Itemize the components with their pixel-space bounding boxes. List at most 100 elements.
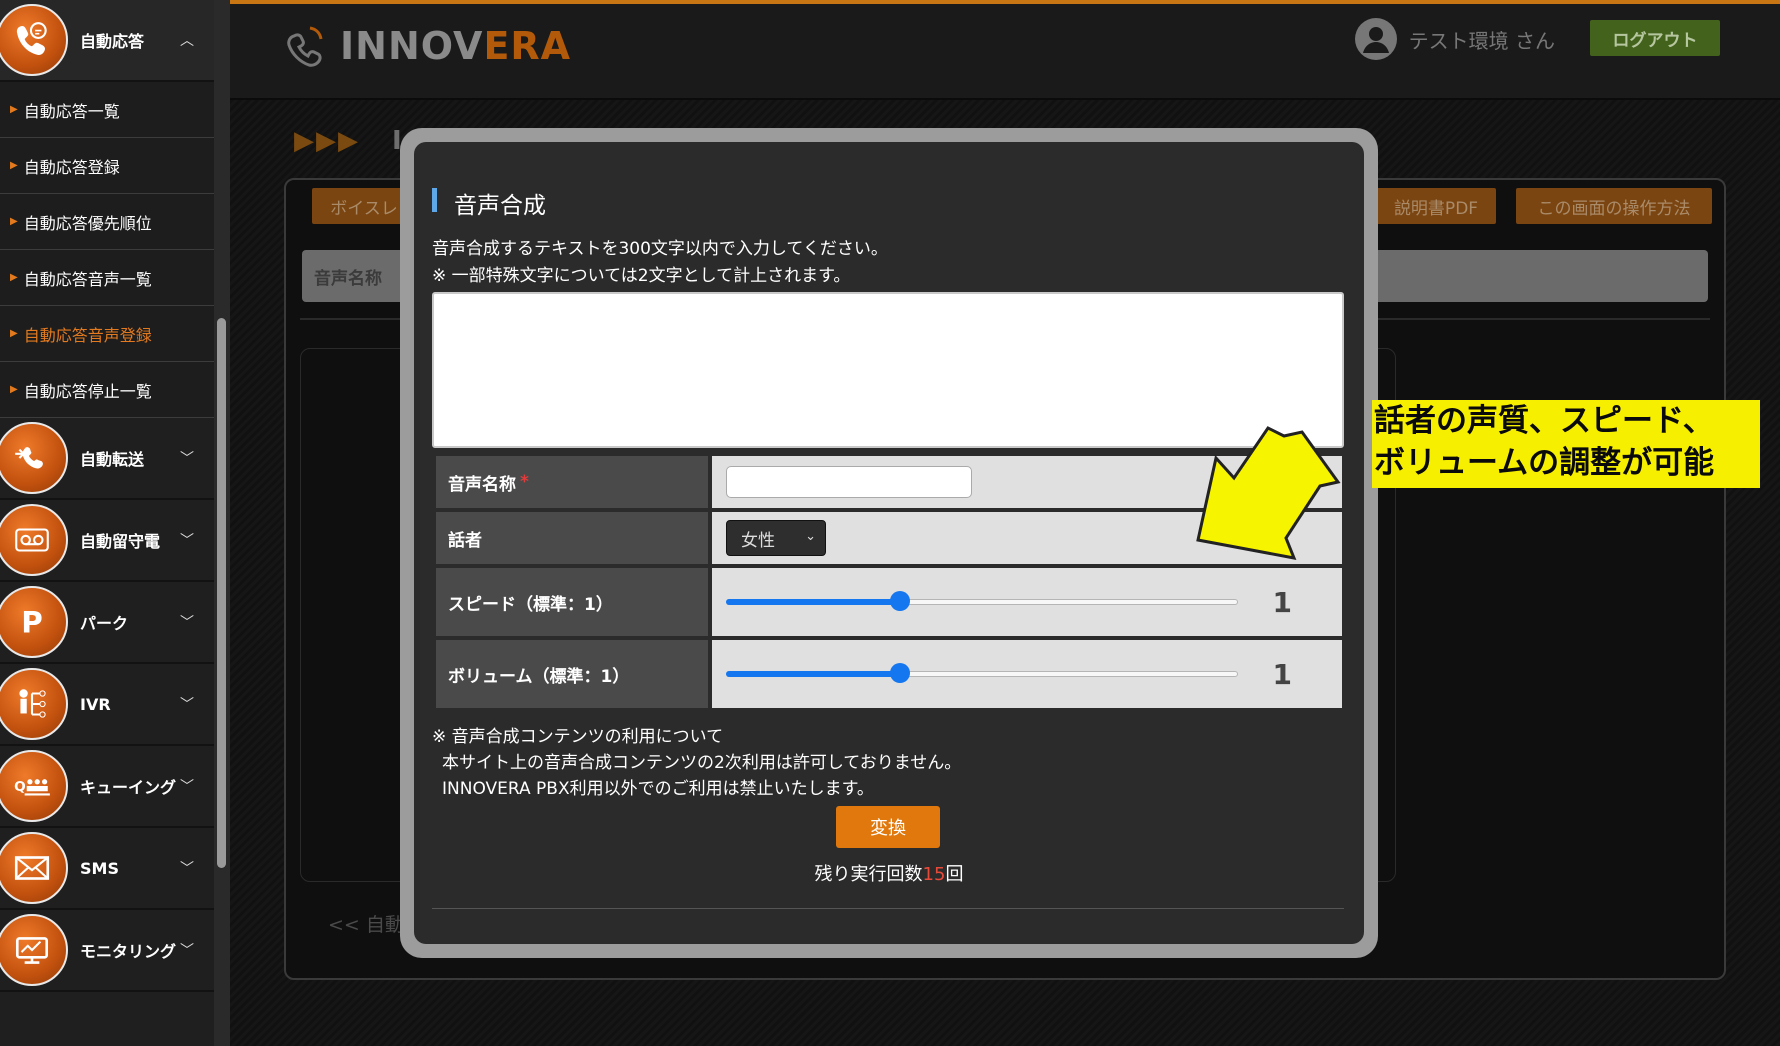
callout-line: ボリュームの調整が可能 — [1374, 445, 1715, 481]
volume-value: 1 — [1272, 657, 1292, 691]
remain-prefix: 残り実行回数 — [814, 864, 923, 885]
annotation-callout: 話者の声質、スピード、 ボリュームの調整が可能 — [1372, 400, 1760, 488]
sidebar-item-auto-answer-register[interactable]: ▶ 自動応答登録 — [0, 138, 214, 194]
logo-phone-icon — [287, 26, 323, 67]
field-row-speed: スピード（標準：1） 1 — [436, 568, 1342, 636]
menu-ivr[interactable]: IVR ﹀ — [0, 664, 214, 746]
menu-label: 自動応答 — [80, 32, 145, 51]
breadcrumb-arrows: ▶▶▶ — [294, 126, 360, 156]
voicemail-icon — [0, 504, 68, 576]
triangle-icon: ▶ — [10, 104, 18, 115]
sidebar-item-auto-answer-list[interactable]: ▶ 自動応答一覧 — [0, 82, 214, 138]
sidebar-item-auto-answer-stop-list[interactable]: ▶ 自動応答停止一覧 — [0, 362, 214, 418]
slider-fill — [726, 671, 901, 677]
speed-slider[interactable] — [726, 591, 1238, 611]
scrollbar-thumb[interactable] — [217, 318, 226, 868]
triangle-icon: ▶ — [10, 272, 18, 283]
slider-thumb[interactable] — [890, 591, 911, 611]
menu-park[interactable]: P パーク ﹀ — [0, 582, 214, 664]
menu-auto-transfer[interactable]: 自動転送 ﹀ — [0, 418, 214, 500]
menu-label: パーク — [80, 614, 129, 633]
chevron-down-icon[interactable]: ﹀ — [180, 940, 194, 960]
slider-fill — [726, 599, 901, 605]
callout-line: 話者の声質、スピード、 — [1374, 403, 1714, 439]
description-line: 音声合成するテキストを300文字以内で入力してください。 — [432, 239, 888, 259]
remain-suffix: 回 — [945, 864, 964, 885]
logo-text-part: INNOV — [340, 24, 484, 68]
slider-thumb[interactable] — [890, 663, 911, 683]
triangle-icon: ▶ — [10, 160, 18, 171]
phone-chat-icon — [0, 4, 68, 76]
svg-text:Q: Q — [14, 779, 26, 795]
menu-label: キューイング — [80, 778, 177, 797]
modal-description: 音声合成するテキストを300文字以内で入力してください。 ※ 一部特殊文字につい… — [432, 236, 888, 290]
convert-button[interactable]: 変換 — [836, 806, 940, 848]
required-mark: * — [520, 472, 529, 492]
remaining-count: 残り実行回数15回 — [414, 860, 1364, 886]
chevron-up-icon[interactable]: ︿ — [180, 30, 194, 50]
menu-label: 自動転送 — [80, 450, 145, 469]
note-line: ※ 音声合成コンテンツの利用について — [432, 727, 724, 747]
divider — [432, 908, 1344, 909]
volume-slider[interactable] — [726, 663, 1238, 683]
triangle-icon: ▶ — [10, 384, 18, 395]
description-line: ※ 一部特殊文字については2文字として計上されます。 — [432, 266, 851, 286]
chevron-down-icon[interactable]: ﹀ — [180, 776, 194, 796]
sidebar-item-label: 自動応答音声一覧 — [23, 269, 152, 289]
sidebar-item-label: 自動応答一覧 — [23, 101, 120, 121]
menu-sms[interactable]: SMS ﹀ — [0, 828, 214, 910]
sidebar-item-label: 自動応答音声登録 — [23, 325, 152, 345]
remain-number: 15 — [922, 864, 946, 885]
sidebar-scrollbar[interactable] — [214, 0, 230, 1046]
user-name: テスト環境 さん — [1408, 28, 1555, 53]
menu-queuing[interactable]: Q キューイング ﹀ — [0, 746, 214, 828]
sidebar: 自動応答 ︿ ▶ 自動応答一覧 ▶ 自動応答登録 ▶ 自動応答優先順位 ▶ 自動応答音声… — [0, 0, 214, 1046]
speaker-select[interactable]: 女性 ⌄ — [726, 520, 826, 556]
envelope-icon — [0, 832, 68, 904]
speed-value: 1 — [1272, 585, 1292, 619]
field-label: 話者 — [436, 512, 708, 564]
menu-voicemail[interactable]: 自動留守電 ﹀ — [0, 500, 214, 582]
field-label: ボリューム（標準：1） — [436, 640, 708, 708]
annotation-arrow-icon — [1196, 426, 1341, 560]
sidebar-item-label: 自動応答優先順位 — [23, 213, 152, 233]
field-value: 1 — [712, 640, 1342, 708]
chevron-down-icon: ⌄ — [805, 529, 816, 544]
monitor-icon — [0, 914, 68, 986]
menu-label: モニタリング — [80, 942, 177, 961]
sidebar-item-auto-answer-voice-register[interactable]: ▶ 自動応答音声登録 — [0, 306, 214, 362]
voice-name-input[interactable] — [726, 466, 972, 498]
logout-button[interactable]: ログアウト — [1590, 20, 1720, 56]
queue-icon: Q — [0, 750, 68, 822]
menu-label: 自動留守電 — [80, 532, 161, 551]
howto-button[interactable]: この画面の操作方法 — [1516, 188, 1712, 224]
field-value: 1 — [712, 568, 1342, 636]
top-header: INNOVERA テスト環境 さん ログアウト — [230, 0, 1780, 100]
manual-pdf-button[interactable]: 説明書PDF — [1376, 188, 1496, 224]
menu-label: IVR — [80, 694, 111, 714]
sidebar-item-label: 自動応答登録 — [23, 157, 120, 177]
speaker-selected-value: 女性 — [741, 530, 775, 551]
usage-note: ※ 音声合成コンテンツの利用について 本サイト上の音声合成コンテンツの2次利用は… — [432, 724, 961, 802]
chevron-down-icon[interactable]: ﹀ — [180, 858, 194, 878]
chevron-down-icon[interactable]: ﹀ — [180, 448, 194, 468]
field-row-volume: ボリューム（標準：1） 1 — [436, 640, 1342, 708]
chevron-down-icon[interactable]: ﹀ — [180, 530, 194, 550]
field-label: スピード（標準：1） — [436, 568, 708, 636]
field-label-text: 音声名称 — [448, 474, 516, 495]
sidebar-item-auto-answer-voice-list[interactable]: ▶ 自動応答音声一覧 — [0, 250, 214, 306]
chevron-down-icon[interactable]: ﹀ — [180, 694, 194, 714]
chevron-down-icon[interactable]: ﹀ — [180, 612, 194, 632]
row-label: 音声名称 — [314, 269, 382, 289]
menu-monitoring[interactable]: モニタリング ﹀ — [0, 910, 214, 992]
user-avatar-icon — [1354, 18, 1397, 60]
sidebar-item-label: 自動応答停止一覧 — [23, 381, 152, 401]
back-link[interactable]: << 自動 — [328, 910, 404, 937]
user-info: テスト環境 さん — [1354, 18, 1555, 60]
menu-auto-answer[interactable]: 自動応答 ︿ — [0, 0, 214, 82]
ivr-tree-icon — [0, 668, 68, 740]
logo: INNOVERA — [280, 22, 571, 70]
triangle-icon: ▶ — [10, 216, 18, 227]
sidebar-item-auto-answer-priority[interactable]: ▶ 自動応答優先順位 — [0, 194, 214, 250]
logo-text: INNOVERA — [340, 24, 571, 68]
